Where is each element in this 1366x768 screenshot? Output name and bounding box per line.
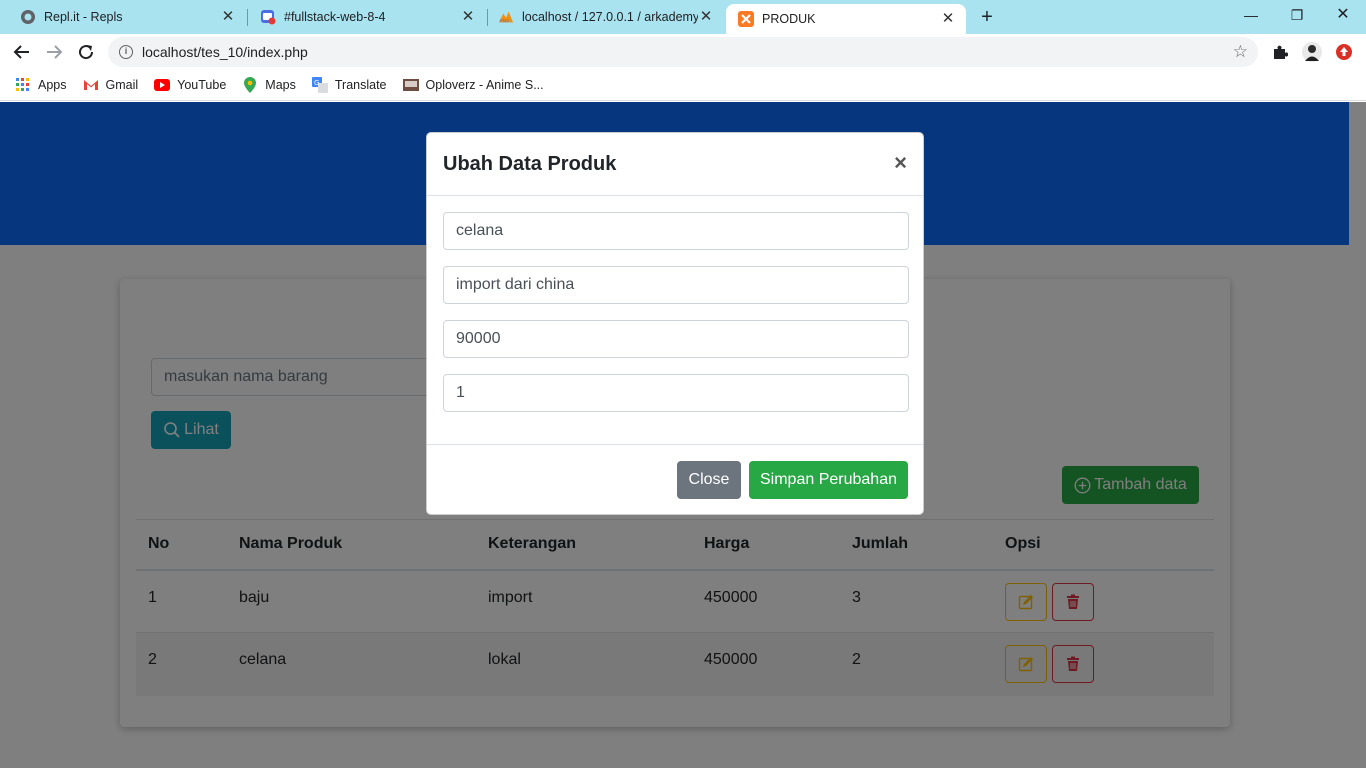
keterangan-field[interactable]: import dari china bbox=[443, 266, 909, 304]
close-tab-icon[interactable]: ✕ bbox=[460, 9, 476, 25]
tab-title: #fullstack-web-8-4 bbox=[284, 10, 386, 24]
forward-arrow-icon bbox=[47, 45, 63, 59]
chat-icon bbox=[260, 9, 276, 25]
restore-icon[interactable]: ❐ bbox=[1274, 4, 1320, 26]
bookmark-maps[interactable]: Maps bbox=[242, 77, 296, 93]
close-tab-icon[interactable]: ✕ bbox=[220, 9, 236, 25]
replit-icon bbox=[20, 9, 36, 25]
page-content: masukan nama barang Lihat Tambah data No… bbox=[0, 102, 1366, 768]
maps-pin-icon bbox=[242, 77, 258, 93]
site-info-icon[interactable]: i bbox=[119, 45, 133, 59]
gmail-icon bbox=[83, 77, 99, 93]
extensions-puzzle-icon[interactable] bbox=[1270, 42, 1290, 62]
tab-title: Repl.it - Repls bbox=[44, 10, 123, 24]
tab-produk[interactable]: PRODUK ✕ bbox=[726, 4, 966, 34]
bookmark-label: Apps bbox=[38, 78, 67, 92]
forward-button[interactable] bbox=[42, 40, 66, 64]
bookmark-oploverz[interactable]: Oploverz - Anime S... bbox=[402, 77, 544, 93]
modal-close-icon[interactable]: × bbox=[894, 152, 907, 174]
bookmark-star-icon[interactable]: ☆ bbox=[1233, 43, 1248, 60]
reload-button[interactable] bbox=[74, 40, 98, 64]
back-arrow-icon bbox=[13, 45, 29, 59]
svg-text:PMA: PMA bbox=[500, 18, 510, 24]
apps-grid-icon bbox=[15, 77, 31, 93]
modal-footer: Close Simpan Perubahan bbox=[427, 444, 923, 515]
svg-text:G: G bbox=[314, 79, 319, 87]
new-tab-button[interactable]: + bbox=[976, 6, 998, 28]
browser-toolbar: i localhost/tes_10/index.php ☆ bbox=[0, 34, 1366, 70]
tab-title: PRODUK bbox=[762, 12, 816, 26]
close-tab-icon[interactable]: ✕ bbox=[698, 9, 714, 25]
update-icon[interactable] bbox=[1334, 42, 1354, 62]
modal-header: Ubah Data Produk × bbox=[427, 133, 923, 196]
url-text: localhost/tes_10/index.php bbox=[142, 44, 308, 60]
tab-replit[interactable]: Repl.it - Repls ✕ bbox=[0, 0, 246, 34]
close-window-icon[interactable]: ✕ bbox=[1320, 4, 1366, 26]
address-bar[interactable]: i localhost/tes_10/index.php ☆ bbox=[108, 37, 1258, 67]
bookmark-label: Maps bbox=[265, 78, 296, 92]
translate-icon: G bbox=[311, 77, 328, 93]
minimize-icon[interactable]: — bbox=[1228, 4, 1274, 26]
harga-field[interactable]: 90000 bbox=[443, 320, 909, 358]
jumlah-field[interactable]: 1 bbox=[443, 374, 909, 412]
tab-title: localhost / 127.0.0.1 / arkademy bbox=[522, 10, 698, 24]
bookmark-apps[interactable]: Apps bbox=[15, 77, 67, 93]
edit-product-modal: Ubah Data Produk × celana import dari ch… bbox=[426, 132, 924, 515]
bookmarks-bar: Apps Gmail YouTube Maps G Translate Oplo… bbox=[0, 70, 1366, 101]
bookmark-label: Gmail bbox=[105, 78, 139, 92]
bookmark-label: YouTube bbox=[177, 78, 227, 92]
tab-strip: Repl.it - Repls ✕ #fullstack-web-8-4 ✕ P… bbox=[0, 0, 1366, 34]
profile-avatar[interactable] bbox=[1302, 42, 1322, 62]
oploverz-icon bbox=[402, 77, 419, 93]
back-button[interactable] bbox=[10, 40, 34, 64]
bookmark-label: Translate bbox=[334, 78, 387, 92]
bookmark-label: Oploverz - Anime S... bbox=[425, 78, 544, 92]
reload-icon bbox=[79, 45, 94, 60]
tab-fullstack[interactable]: #fullstack-web-8-4 ✕ bbox=[240, 0, 486, 34]
simpan-perubahan-button[interactable]: Simpan Perubahan bbox=[749, 461, 908, 499]
modal-title: Ubah Data Produk bbox=[443, 153, 617, 175]
phpmyadmin-icon: PMA bbox=[498, 9, 514, 25]
close-tab-icon[interactable]: ✕ bbox=[940, 11, 956, 27]
youtube-icon bbox=[154, 77, 171, 93]
xampp-icon bbox=[738, 11, 754, 27]
bookmark-translate[interactable]: G Translate bbox=[311, 77, 387, 93]
bookmark-gmail[interactable]: Gmail bbox=[83, 77, 139, 93]
close-button[interactable]: Close bbox=[677, 461, 741, 499]
bookmark-youtube[interactable]: YouTube bbox=[154, 77, 226, 93]
nama-produk-field[interactable]: celana bbox=[443, 212, 909, 250]
tab-phpmyadmin[interactable]: PMA localhost / 127.0.0.1 / arkademy ✕ bbox=[478, 0, 724, 34]
